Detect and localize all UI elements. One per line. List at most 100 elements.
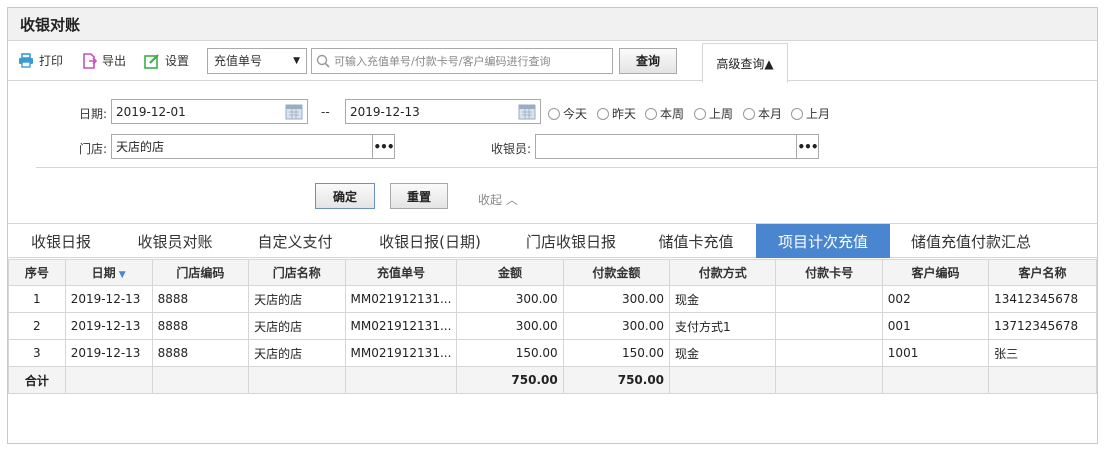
cell (64, 366, 153, 394)
quick-date-last-month[interactable]: 上月 (791, 105, 830, 122)
date-range-separator: -- (321, 105, 330, 119)
column-header[interactable]: 门店名称 (248, 259, 346, 286)
radio-icon (694, 107, 706, 120)
cell: 2019-12-13 (64, 312, 153, 340)
store-input[interactable]: 天店的店 ••• (111, 134, 395, 159)
query-button[interactable]: 查询 (619, 47, 678, 74)
collapse-link[interactable]: 收起 ︿ (478, 191, 518, 208)
column-header[interactable]: 充值单号 (344, 259, 458, 286)
cell: 13712345678 (988, 312, 1097, 340)
cell (775, 339, 883, 367)
radio-icon (548, 107, 560, 120)
title-bar: 收银对账 (8, 8, 1097, 41)
quick-date-this-week[interactable]: 本周 (645, 105, 684, 122)
store-label: 门店: (79, 142, 108, 156)
tab-stored-recharge-summary[interactable]: 储值充值付款汇总 (890, 224, 1052, 258)
search-field-select[interactable]: 充值单号 ▼ (207, 47, 308, 74)
tab-item-count-recharge[interactable]: 项目计次充值 (756, 224, 890, 258)
store-value: 天店的店 (116, 140, 165, 154)
cell: 现金 (669, 339, 777, 367)
search-input[interactable]: 可输入充值单号/付款卡号/客户编码进行查询 (311, 47, 614, 74)
quick-date-last-week[interactable]: 上周 (694, 105, 733, 122)
print-label: 打印 (39, 54, 64, 68)
cell: 300.00 (562, 285, 671, 313)
column-header[interactable]: 序号 (8, 259, 66, 286)
quick-date-label: 今天 (563, 107, 588, 121)
table-row[interactable]: 1 2019-12-13 8888 天店的店 MM021912131... 30… (8, 285, 1097, 313)
quick-date-yesterday[interactable]: 昨天 (597, 105, 636, 122)
radio-icon (791, 107, 803, 120)
cell: 现金 (669, 285, 777, 313)
cell (775, 285, 883, 313)
tab-stored-card-recharge[interactable]: 储值卡充值 (636, 224, 756, 258)
cell (344, 366, 458, 394)
page-title: 收银对账 (20, 15, 81, 34)
column-header[interactable]: 客户名称 (988, 259, 1097, 286)
cell: 天店的店 (248, 285, 346, 313)
date-to-input[interactable]: 2019-12-13 (345, 99, 541, 124)
cell: 750.00 (562, 366, 671, 394)
column-header[interactable]: 付款卡号 (775, 259, 883, 286)
cell: 002 (881, 285, 990, 313)
column-header[interactable]: 客户编码 (881, 259, 990, 286)
print-button[interactable]: 打印 (18, 52, 63, 69)
cell (151, 366, 250, 394)
advanced-query-toggle[interactable]: 高级查询▲ (702, 43, 788, 83)
cell: MM021912131... (344, 312, 458, 340)
more-options-icon[interactable]: ••• (372, 135, 395, 158)
tab-cashier-daily[interactable]: 收银日报 (8, 224, 114, 258)
tab-store-cashier-daily[interactable]: 门店收银日报 (506, 224, 636, 258)
search-placeholder: 可输入充值单号/付款卡号/客户编码进行查询 (334, 54, 551, 68)
tab-custom-payment[interactable]: 自定义支付 (236, 224, 354, 258)
cell: 150.00 (456, 339, 564, 367)
column-header[interactable]: 付款方式 (669, 259, 777, 286)
printer-icon (19, 53, 33, 68)
cell: 300.00 (456, 312, 564, 340)
column-header[interactable]: 门店编码 (151, 259, 250, 286)
cell (775, 366, 883, 394)
cell: 001 (881, 312, 990, 340)
cell: 1 (8, 285, 66, 313)
cell: 300.00 (562, 312, 671, 340)
tab-cashier-daily-by-date[interactable]: 收银日报(日期) (354, 224, 506, 258)
quick-date-this-month[interactable]: 本月 (743, 105, 782, 122)
chevron-down-icon: ▼ (293, 55, 301, 66)
cell: 2 (8, 312, 66, 340)
column-header-date[interactable]: 日期 ▼ (64, 259, 153, 286)
radio-icon (597, 107, 609, 120)
search-icon (316, 54, 330, 68)
tab-cashier-reconcile[interactable]: 收银员对账 (114, 224, 236, 258)
reset-button[interactable]: 重置 (390, 183, 448, 209)
column-header-label: 日期 (91, 266, 116, 280)
quick-date-label: 本月 (758, 107, 783, 121)
date-from-input[interactable]: 2019-12-01 (111, 99, 308, 124)
cell: 150.00 (562, 339, 671, 367)
export-button[interactable]: 导出 (81, 52, 126, 69)
table-row[interactable]: 3 2019-12-13 8888 天店的店 MM021912131... 15… (8, 339, 1097, 367)
quick-date-label: 上月 (806, 107, 831, 121)
toolbar: 打印 导出 设置 充值单号 ▼ 可输入充值单号/付款卡号/客户编码进行查询 查询… (8, 41, 1097, 83)
advanced-filter-panel: 日期: 2019-12-01 -- 2019-12-13 今天 昨天 本周 上周… (8, 83, 1097, 217)
column-header[interactable]: 金额 (456, 259, 564, 286)
cashier-input[interactable]: ••• (535, 134, 819, 159)
settings-button[interactable]: 设置 (144, 52, 189, 69)
radio-icon (645, 107, 657, 120)
cell: 8888 (151, 285, 250, 313)
confirm-button[interactable]: 确定 (315, 183, 375, 209)
more-options-icon[interactable]: ••• (796, 135, 819, 158)
cell: 750.00 (456, 366, 564, 394)
filter-divider (36, 167, 1097, 168)
column-header[interactable]: 付款金额 (562, 259, 671, 286)
cell: 支付方式1 (669, 312, 777, 340)
table-total-row: 合计 750.00 750.00 (8, 366, 1097, 394)
cell (248, 366, 346, 394)
export-label: 导出 (102, 54, 127, 68)
calendar-icon[interactable] (285, 103, 303, 120)
quick-date-today[interactable]: 今天 (548, 105, 587, 122)
cell: 天店的店 (248, 339, 346, 367)
search-field-select-value: 充值单号 (214, 54, 263, 68)
cell: 300.00 (456, 285, 564, 313)
calendar-icon[interactable] (518, 103, 536, 120)
cell: 2019-12-13 (64, 339, 153, 367)
table-row[interactable]: 2 2019-12-13 8888 天店的店 MM021912131... 30… (8, 312, 1097, 340)
